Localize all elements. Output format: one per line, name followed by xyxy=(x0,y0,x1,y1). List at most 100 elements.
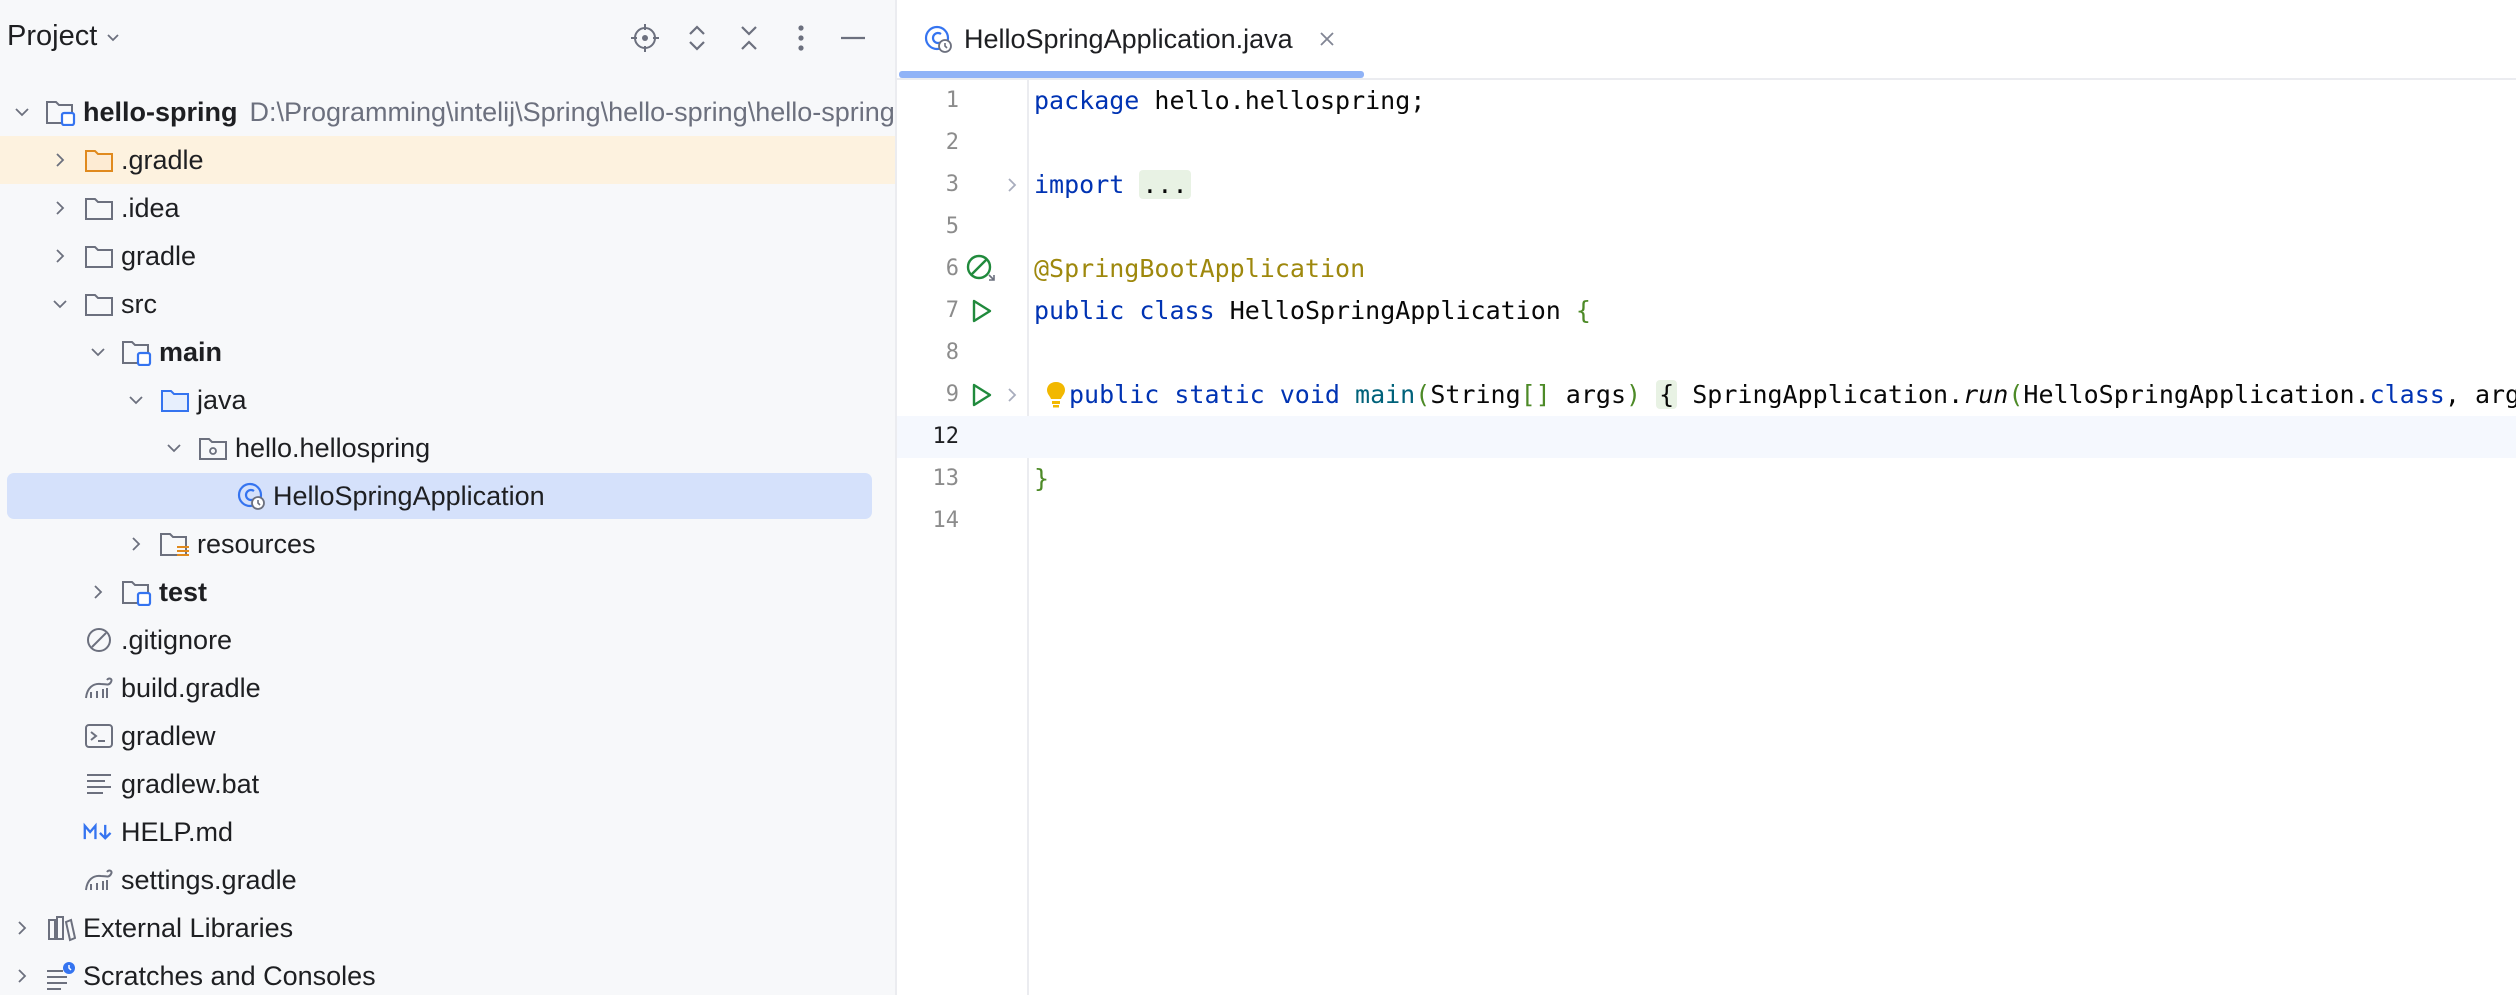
code-line[interactable]: 12 xyxy=(897,416,2516,458)
tree-item-hello-spring[interactable]: hello-spring D:\Programming\intelij\Sprin… xyxy=(0,88,895,136)
line-number: 9 xyxy=(945,382,959,407)
tree-item-main[interactable]: main xyxy=(0,328,895,376)
code-tokens: package hello.hellospring; xyxy=(1034,86,1425,115)
collapse-all-icon[interactable] xyxy=(731,20,767,56)
chevron-down-icon xyxy=(107,33,119,41)
line-number: 13 xyxy=(932,466,960,491)
tree-item-build-gradle[interactable]: build.gradle xyxy=(0,664,895,712)
chevron-right-icon[interactable] xyxy=(85,579,111,605)
tree-item-settings-gradle[interactable]: settings.gradle xyxy=(0,856,895,904)
code-line[interactable]: 5 xyxy=(897,206,2516,248)
tree-item-gradlew-bat[interactable]: gradlew.bat xyxy=(0,760,895,808)
chevron-down-icon[interactable] xyxy=(47,291,73,317)
active-tab-indicator xyxy=(899,71,1364,78)
tree-item-label: External Libraries xyxy=(83,912,294,943)
tree-item-label: build.gradle xyxy=(121,672,261,703)
chevron-down-icon[interactable] xyxy=(9,99,35,125)
chevron-down-icon[interactable] xyxy=(85,339,111,365)
tree-item-test[interactable]: test xyxy=(0,568,895,616)
tree-item-idea[interactable]: .idea xyxy=(0,184,895,232)
fold-chevron-icon[interactable] xyxy=(1002,384,1022,406)
code-token: class xyxy=(1139,296,1215,325)
chevron-right-icon[interactable] xyxy=(9,963,35,989)
code-token: } xyxy=(1034,464,1050,493)
tree-item-hello-hellospring[interactable]: hello.hellospring xyxy=(0,424,895,472)
chevron-down-icon[interactable] xyxy=(161,435,187,461)
folder-icon xyxy=(83,192,115,224)
line-number: 2 xyxy=(945,130,959,155)
code-token: String xyxy=(1430,380,1521,409)
tree-item-gitignore[interactable]: .gitignore xyxy=(0,616,895,664)
tree-item-external-libraries[interactable]: External Libraries xyxy=(0,904,895,952)
tree-item-gradle[interactable]: gradle xyxy=(0,232,895,280)
code-token: public xyxy=(1069,380,1160,409)
tree-item-label: hello-spring xyxy=(83,96,238,127)
spring-class-icon xyxy=(922,23,954,55)
locate-file-icon[interactable] xyxy=(627,20,663,56)
code-line[interactable]: 3 import ... xyxy=(897,164,2516,206)
fold-chevron-icon[interactable] xyxy=(1002,174,1022,196)
project-view-selector[interactable]: Project xyxy=(7,20,121,53)
chevron-right-icon[interactable] xyxy=(123,531,149,557)
chevron-right-icon[interactable] xyxy=(47,243,73,269)
line-number: 3 xyxy=(945,172,959,197)
tree-item-src[interactable]: src xyxy=(0,280,895,328)
close-icon[interactable] xyxy=(1315,27,1339,51)
code-line[interactable]: 7 public class HelloSpringApplication { xyxy=(897,290,2516,332)
line-number: 12 xyxy=(932,424,960,449)
tree-item-gradle[interactable]: .gradle xyxy=(0,136,895,184)
code-text: import ... xyxy=(1034,164,1191,206)
hide-panel-icon[interactable] xyxy=(835,20,871,56)
tree-item-java[interactable]: java xyxy=(0,376,895,424)
chevron-down-icon[interactable] xyxy=(123,387,149,413)
tree-item-label: gradlew xyxy=(121,720,216,751)
code-token: run xyxy=(1963,380,2009,409)
project-path: D:\Programming\intelij\Spring\hello-spri… xyxy=(249,96,895,127)
code-tokens: } xyxy=(1034,464,1049,493)
spring-class-icon xyxy=(235,480,267,512)
tree-item-gradlew[interactable]: gradlew xyxy=(0,712,895,760)
folder-icon xyxy=(83,288,115,320)
code-token: HelloSpringApplication xyxy=(1214,296,1576,325)
run-icon[interactable] xyxy=(965,379,997,411)
tree-item-hellospringapplication[interactable]: HelloSpringApplication xyxy=(0,472,895,520)
tree-item-label: hello.hellospring xyxy=(235,432,431,463)
code-text: } xyxy=(1034,458,1049,500)
expand-all-icon[interactable] xyxy=(679,20,715,56)
spring-bean-icon[interactable] xyxy=(965,253,997,285)
gradle-icon xyxy=(83,864,115,896)
options-menu-icon[interactable] xyxy=(783,20,819,56)
code-line[interactable]: 2 xyxy=(897,122,2516,164)
tree-item-help-md[interactable]: HELP.md xyxy=(0,808,895,856)
code-token: , args xyxy=(2444,380,2516,409)
terminal-icon xyxy=(83,720,115,752)
tree-item-label: java xyxy=(197,384,247,415)
tab-hello-spring-application[interactable]: HelloSpringApplication.java xyxy=(897,0,1364,78)
tree-item-scratches-and-consoles[interactable]: Scratches and Consoles xyxy=(0,952,895,995)
gradle-icon xyxy=(83,672,115,704)
tree-item-label: src xyxy=(121,288,157,319)
folder-orange-icon xyxy=(83,144,115,176)
run-icon[interactable] xyxy=(965,295,997,327)
code-line[interactable]: 8 xyxy=(897,332,2516,374)
code-text: @SpringBootApplication xyxy=(1034,248,1365,290)
tree-item-resources[interactable]: resources xyxy=(0,520,895,568)
tab-label: HelloSpringApplication.java xyxy=(964,23,1293,54)
code-line[interactable]: 13} xyxy=(897,458,2516,500)
code-token: class xyxy=(2369,380,2445,409)
chevron-right-icon[interactable] xyxy=(47,195,73,221)
tree-item-label: gradle xyxy=(121,240,197,271)
chevron-right-icon[interactable] xyxy=(47,147,73,173)
tree-item-label: HELP.md xyxy=(121,816,234,847)
code-line[interactable]: 1 package hello.hellospring; xyxy=(897,80,2516,122)
chevron-right-icon[interactable] xyxy=(9,915,35,941)
code-line[interactable]: 14 xyxy=(897,500,2516,542)
lightbulb-icon[interactable] xyxy=(1044,380,1068,410)
code-tokens: import ... xyxy=(1034,170,1191,199)
code-line[interactable]: 6 @SpringBootApplication xyxy=(897,248,2516,290)
code-line[interactable]: 9 public static void main(String[] args) … xyxy=(897,374,2516,416)
